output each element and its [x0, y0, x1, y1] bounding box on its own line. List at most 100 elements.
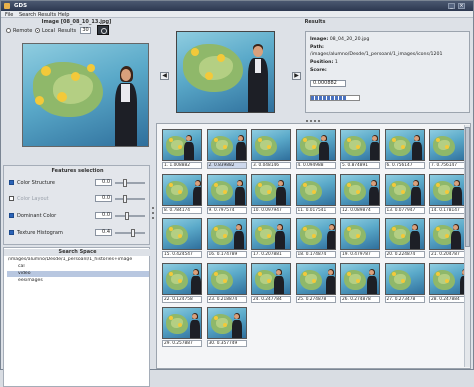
camera-icon[interactable]: [97, 25, 109, 35]
feature-label: Texture Histogram: [17, 230, 63, 236]
result-thumbnail[interactable]: 18. 0.174874: [295, 217, 337, 259]
result-image: [429, 262, 469, 295]
result-thumbnail[interactable]: 12. 0.089874: [339, 173, 381, 215]
tree-node[interactable]: cal: [7, 264, 149, 270]
result-preview-image: [176, 31, 275, 113]
result-thumbnail[interactable]: 2. 0.839882: [206, 128, 248, 170]
result-image: [340, 262, 380, 295]
feature-weight-slider[interactable]: [115, 179, 145, 187]
feature-weight-input[interactable]: 0.0: [95, 212, 112, 219]
feature-weight-slider[interactable]: [115, 212, 145, 220]
slider-thumb[interactable]: [123, 195, 127, 203]
result-thumbnail[interactable]: 27. 0.273478: [384, 262, 426, 304]
feature-weight-slider[interactable]: [115, 229, 145, 237]
result-score-label: 22. 0.124758: [162, 295, 202, 303]
result-thumbnail[interactable]: 30. 0.357749: [206, 306, 248, 348]
result-image: [206, 129, 247, 161]
result-thumbnail[interactable]: 4. 0.094988: [295, 128, 337, 170]
horizontal-splitter[interactable]: [306, 118, 326, 122]
result-image: [206, 173, 247, 206]
result-image: [162, 262, 202, 295]
local-radio[interactable]: [35, 28, 40, 33]
result-image: [340, 173, 380, 206]
menu-file[interactable]: File: [5, 12, 13, 18]
feature-checkbox[interactable]: [9, 196, 14, 201]
feature-label: Color Structure: [17, 180, 55, 186]
feature-checkbox[interactable]: [9, 180, 14, 185]
results-panel: Results ◀ ▶ Image: 08_04_20_20.jpg Path:…: [156, 19, 474, 369]
result-score-label: 7. 0.756147: [429, 162, 469, 169]
results-count-input[interactable]: 30: [80, 27, 91, 34]
tree-node[interactable]: video: [7, 271, 149, 277]
results-scrollbar[interactable]: [464, 125, 470, 367]
result-thumbnail[interactable]: 23. 0.218874: [206, 262, 248, 304]
result-thumbnail[interactable]: 10. 0.097947: [250, 173, 292, 215]
slider-thumb[interactable]: [131, 229, 135, 237]
slider-thumb[interactable]: [123, 179, 127, 187]
feature-weight-input[interactable]: 0.0: [95, 195, 112, 202]
feature-weight-slider[interactable]: [115, 195, 145, 203]
left-panel: Image [08_08_10_13.jpg] Remote Local Res…: [3, 19, 151, 387]
result-score-label: 14. 0.178147: [429, 206, 469, 214]
feature-checkbox[interactable]: [9, 230, 14, 235]
result-thumbnail[interactable]: 20. 0.224874: [384, 217, 426, 259]
query-image: [22, 43, 149, 147]
result-thumbnail[interactable]: 19. 0.479787: [339, 217, 381, 259]
result-score-label: 20. 0.224874: [384, 251, 425, 258]
scrollbar-thumb[interactable]: [465, 127, 470, 247]
result-thumbnail[interactable]: 13. 0.077947: [384, 173, 426, 215]
feature-weight-input[interactable]: 0.0: [95, 179, 112, 186]
result-thumbnail[interactable]: 24. 0.247784: [250, 262, 292, 304]
menu-results[interactable]: Results: [38, 12, 56, 18]
result-thumbnail[interactable]: 26. 0.274878: [339, 262, 381, 304]
features-panel: Features selection Color Structure 0.0 Col…: [3, 165, 150, 245]
result-thumbnail[interactable]: 17. 0.207881: [250, 217, 292, 259]
result-score-label: 28. 0.247884: [429, 295, 469, 303]
remote-radio[interactable]: [6, 28, 11, 33]
title-bar: GDS _ ×: [1, 1, 473, 11]
result-score-label: 30. 0.357749: [206, 340, 247, 347]
result-score-label: 9. 0.797574: [206, 206, 247, 214]
feature-row: Color Structure 0.0: [9, 178, 149, 188]
result-score-label: 27. 0.273478: [384, 295, 425, 303]
tree-node[interactable]: eesimages: [7, 278, 149, 284]
result-thumbnail[interactable]: 3. 0.048146: [250, 128, 292, 170]
search-mode-bar: Remote Local Results 30: [6, 25, 126, 35]
menu-bar: File Search Results Help: [1, 11, 473, 18]
result-image: [251, 129, 291, 161]
result-thumbnail[interactable]: 8. 0.784174: [161, 173, 203, 215]
menu-help[interactable]: Help: [58, 12, 69, 18]
close-icon[interactable]: ×: [458, 3, 465, 9]
result-thumbnail[interactable]: 25. 0.274878: [295, 262, 337, 304]
query-image-title: Image [08_08_10_13.jpg]: [41, 19, 112, 25]
window-title: GDS: [14, 3, 28, 9]
result-info-box: Image: 08_04_20_20.jpg Path: /images/alu…: [305, 31, 470, 113]
path-label: Path:: [310, 45, 324, 50]
result-thumbnail[interactable]: 11. 0.017541: [295, 173, 337, 215]
result-thumbnail[interactable]: 15. 0.424547: [161, 217, 203, 259]
arrow-left-icon[interactable]: ◀: [160, 72, 169, 80]
arrow-right-icon[interactable]: ▶: [292, 72, 301, 80]
result-thumbnail[interactable]: 16. 0.174789: [206, 217, 248, 259]
result-thumbnail[interactable]: 22. 0.124758: [161, 262, 203, 304]
tree-node[interactable]: /images/alumno/Desde/1_persoanl/1_histor…: [7, 257, 149, 263]
result-thumbnail[interactable]: 1. 1.008882: [161, 128, 203, 170]
result-score-label: 2. 0.839882: [206, 162, 247, 169]
result-thumbnail[interactable]: 5. 0.874891: [339, 128, 381, 170]
image-label: Image:: [310, 37, 329, 42]
features-title: Features selection: [51, 168, 104, 174]
slider-thumb[interactable]: [125, 212, 129, 220]
feature-checkbox[interactable]: [9, 213, 14, 218]
result-image: [384, 173, 425, 206]
result-thumbnail[interactable]: 6. 0.756147: [384, 128, 426, 170]
result-thumbnail[interactable]: 29. 0.257887: [161, 306, 203, 348]
result-image: [295, 218, 336, 250]
result-image: [340, 129, 380, 161]
feature-weight-input[interactable]: 0.4: [95, 229, 112, 236]
minimize-icon[interactable]: _: [448, 3, 455, 9]
feature-row: Texture Histogram 0.4: [9, 228, 149, 238]
app-icon: [4, 3, 10, 9]
result-thumbnail[interactable]: 9. 0.797574: [206, 173, 248, 215]
splitter-handle[interactable]: [151, 19, 155, 369]
menu-search[interactable]: Search: [19, 12, 36, 18]
